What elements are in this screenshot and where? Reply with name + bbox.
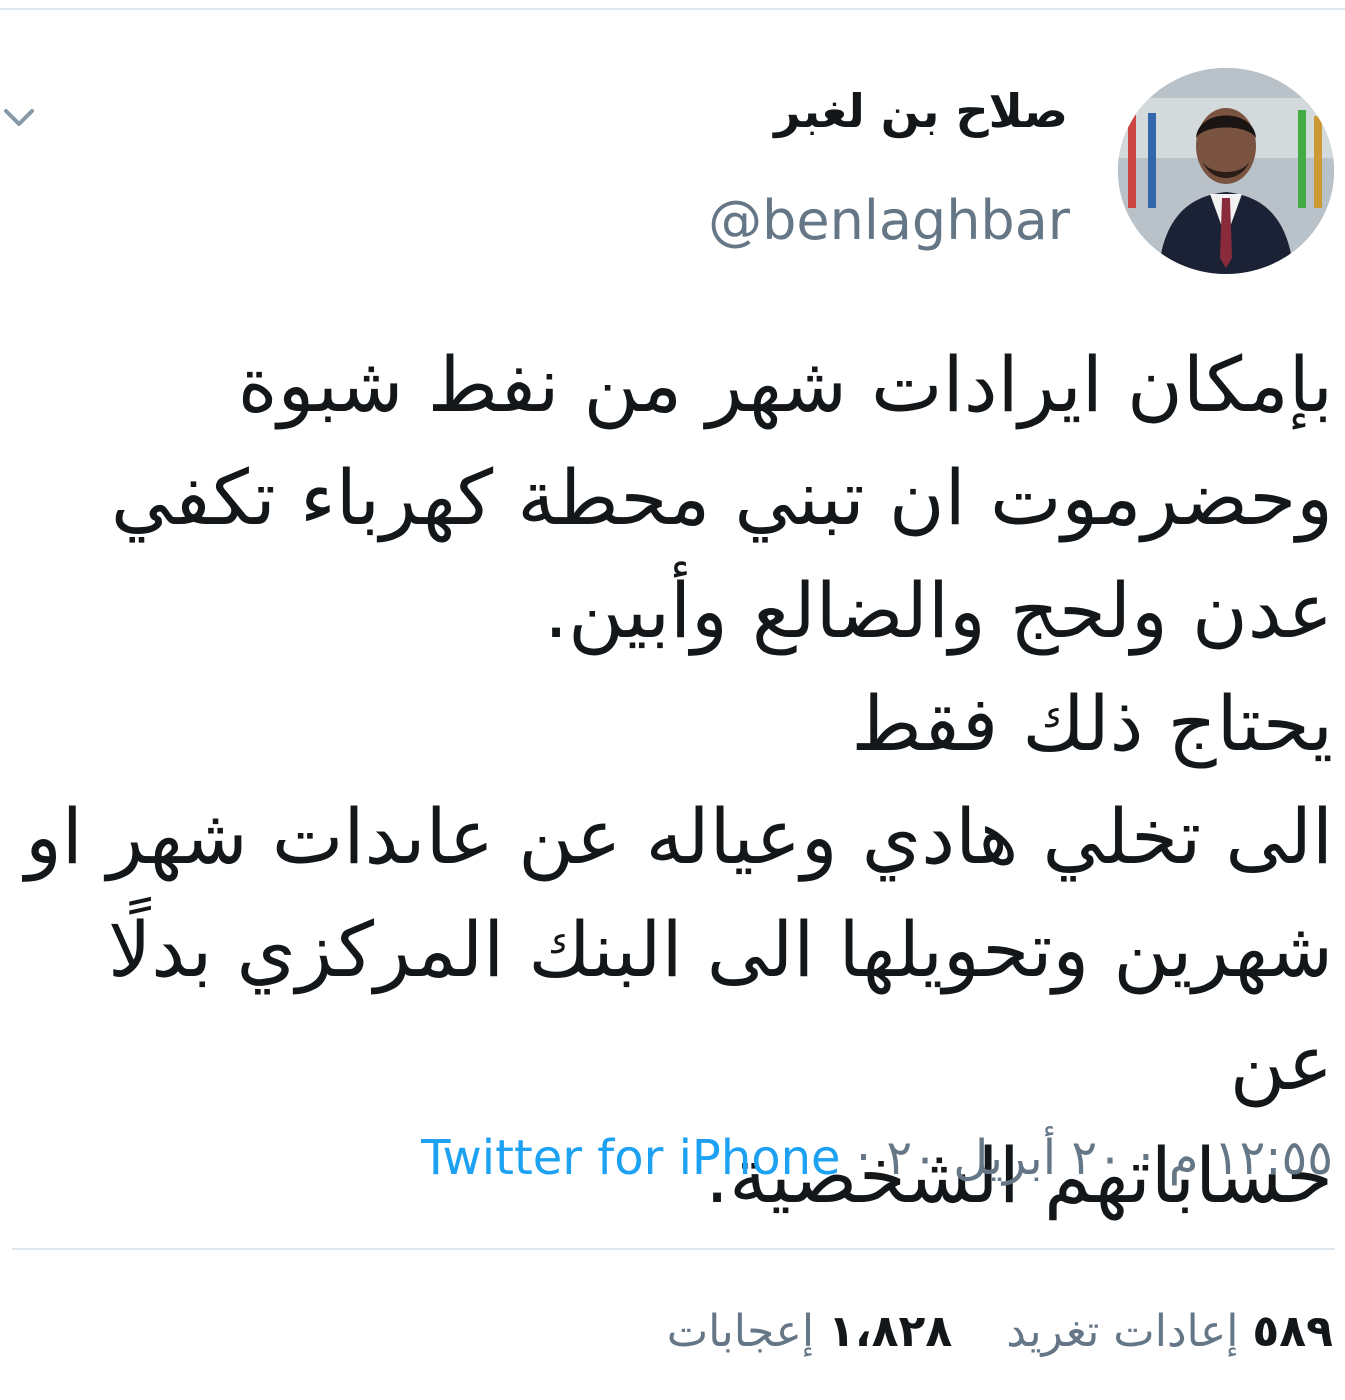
tweet-text: بإمكان ايرادات شهر من نفط شبوة وحضرموت ا… bbox=[25, 340, 1333, 1220]
avatar[interactable] bbox=[1118, 68, 1334, 274]
likes-count: ١،٨٢٨ bbox=[828, 1306, 953, 1357]
tweet-metadata: ١٢:٥٥ م · ٢٠ أبريل ٢٠ · Twitter for iPho… bbox=[421, 1130, 1333, 1186]
retweets-count: ٥٨٩ bbox=[1252, 1306, 1333, 1357]
tweet-source-link[interactable]: Twitter for iPhone bbox=[421, 1130, 840, 1186]
stats-divider bbox=[12, 1248, 1335, 1250]
retweets-stat[interactable]: ٥٨٩ إعادات تغريد bbox=[1006, 1306, 1333, 1357]
tweet-time[interactable]: ١٢:٥٥ م bbox=[1169, 1130, 1333, 1186]
likes-label: إعجابات bbox=[666, 1306, 815, 1357]
separator-dot: · bbox=[855, 1130, 872, 1186]
chevron-down-icon[interactable] bbox=[2, 100, 36, 134]
display-name[interactable]: صلاح بن لغبر bbox=[774, 84, 1068, 138]
user-handle[interactable]: @benlaghbar bbox=[708, 189, 1070, 252]
separator-dot: · bbox=[1138, 1130, 1154, 1186]
tweet-date[interactable]: ٢٠ أبريل ٢٠ bbox=[886, 1130, 1123, 1186]
retweets-label: إعادات تغريد bbox=[1006, 1306, 1239, 1357]
engagement-stats: ٥٨٩ إعادات تغريد ١،٨٢٨ إعجابات bbox=[667, 1306, 1333, 1357]
likes-stat[interactable]: ١،٨٢٨ إعجابات bbox=[667, 1306, 953, 1357]
top-divider bbox=[0, 8, 1345, 10]
